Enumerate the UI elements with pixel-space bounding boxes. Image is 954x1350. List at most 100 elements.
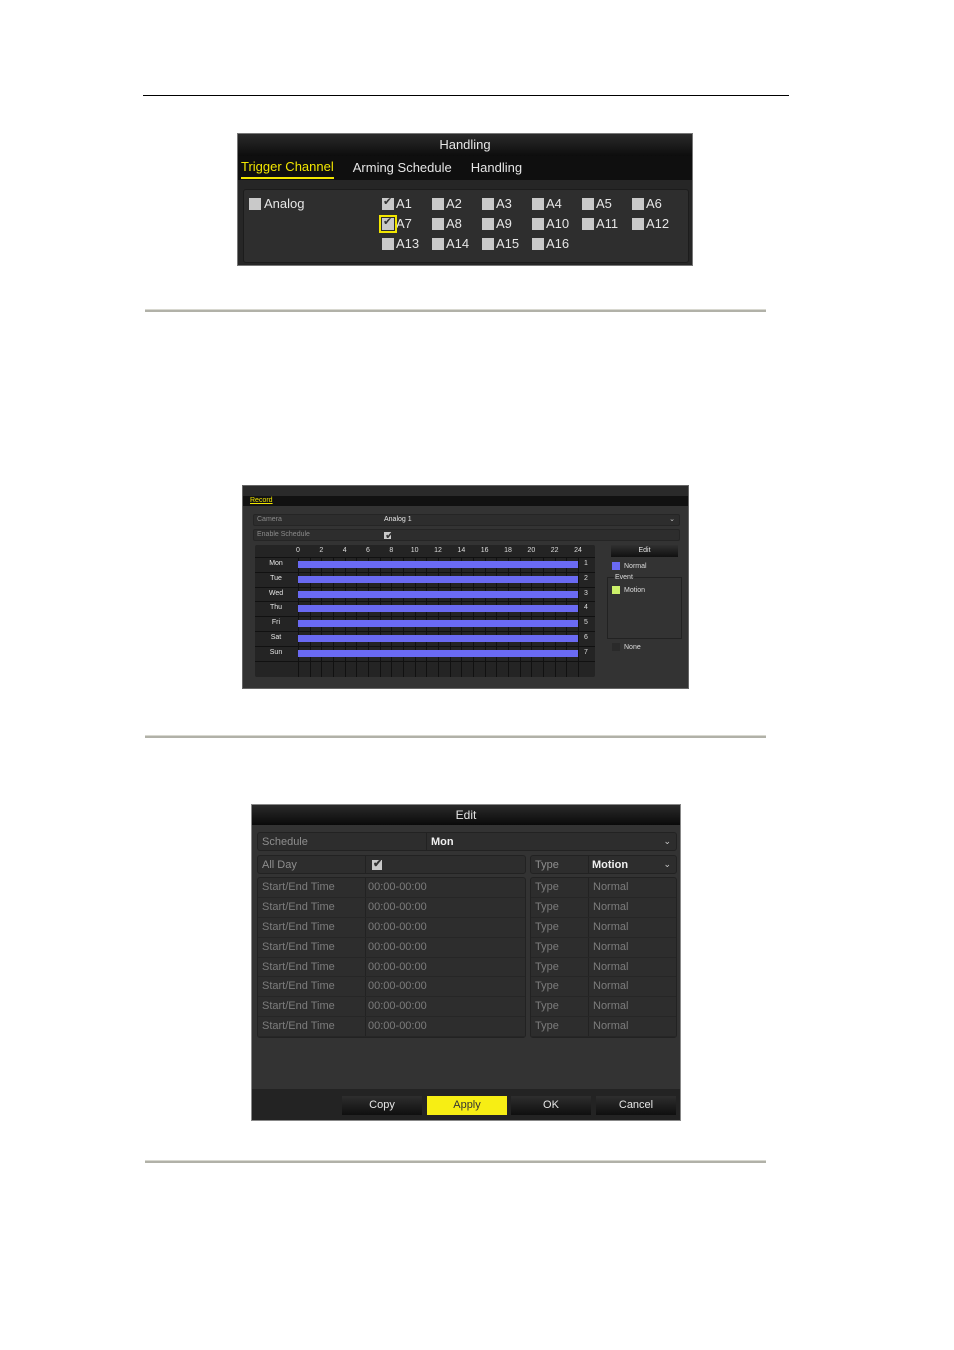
normal-swatch[interactable] <box>612 562 620 570</box>
schedule-bar-fri[interactable] <box>298 620 578 628</box>
schedule-bar-wed[interactable] <box>298 590 578 598</box>
start-end-label: Start/End Time <box>262 1020 335 1033</box>
trigger-channel-box: Analog A1 A2 A3 A4 A5 A6 A7 A8 A9 A10 A11 A12 A13 A14… <box>243 189 689 263</box>
type-select[interactable]: Normal <box>593 941 628 953</box>
schedule-bar-mon[interactable] <box>298 561 578 568</box>
type-label: Type <box>535 881 559 893</box>
enable-schedule-checkbox[interactable] <box>384 529 394 542</box>
tab-arming-schedule[interactable]: Arming Schedule <box>353 158 452 178</box>
checkbox-icon <box>532 217 544 230</box>
schedule-label: Schedule <box>262 836 308 848</box>
ok-button[interactable]: OK <box>511 1096 591 1115</box>
hour-tick-18: 18 <box>504 547 512 554</box>
schedule-bar-thu[interactable] <box>298 605 578 613</box>
tab-trigger-channel[interactable]: Trigger Channel <box>241 157 334 179</box>
time-range-input[interactable]: 00:00-00:00 <box>368 1020 427 1032</box>
type-select[interactable]: Type Motion ⌄ <box>530 855 677 874</box>
channel-checkbox-a3[interactable]: A3 <box>482 196 512 211</box>
schedule-value: Mon <box>431 836 454 848</box>
time-range-input[interactable]: 00:00-00:00 <box>368 1000 427 1012</box>
type-select[interactable]: Normal <box>593 881 628 893</box>
analog-checkbox[interactable]: Analog <box>249 196 304 211</box>
time-row: Start/End Time 00:00-00:00 <box>258 898 525 918</box>
start-end-label: Start/End Time <box>262 881 335 893</box>
channel-checkbox-a2[interactable]: A2 <box>432 196 462 211</box>
camera-select[interactable]: Camera Analog 1 ⌄ <box>253 514 680 526</box>
schedule-bar-sun[interactable] <box>298 649 578 657</box>
cancel-button[interactable]: Cancel <box>596 1096 676 1115</box>
channel-checkbox-a9[interactable]: A9 <box>482 216 512 231</box>
copy-button[interactable]: Copy <box>342 1096 422 1115</box>
time-range-input[interactable]: 00:00-00:00 <box>368 980 427 992</box>
time-range-input[interactable]: 00:00-00:00 <box>368 901 427 913</box>
dialog-title: Edit <box>252 805 680 825</box>
panel-topbar <box>243 486 688 496</box>
schedule-grid[interactable]: 0 2 4 6 8 10 12 14 16 18 20 22 24 Mon 1 Tue 2 Wed 3 Thu 4 Fri… <box>255 545 595 677</box>
time-range-input[interactable]: 00:00-00:00 <box>368 921 427 933</box>
hour-tick-8: 8 <box>389 547 394 554</box>
channel-checkbox-a11[interactable]: A11 <box>582 216 618 231</box>
channel-checkbox-a5[interactable]: A5 <box>582 196 612 211</box>
channel-label: A10 <box>546 216 570 231</box>
none-label: None <box>624 643 641 651</box>
edit-button[interactable]: Edit <box>611 545 678 557</box>
hour-tick-2: 2 <box>319 547 324 554</box>
type-label: Type <box>535 980 559 993</box>
time-row: Start/End Time 00:00-00:00 <box>258 1017 525 1038</box>
none-swatch[interactable] <box>612 643 620 651</box>
channel-label: A16 <box>546 236 570 251</box>
channel-checkbox-a14[interactable]: A14 <box>432 236 469 251</box>
channel-checkbox-a8[interactable]: A8 <box>432 216 462 231</box>
schedule-bar-tue[interactable] <box>298 575 578 583</box>
checkbox-icon <box>382 237 394 250</box>
type-select[interactable]: Normal <box>593 901 628 913</box>
channel-label: A8 <box>446 216 462 231</box>
checkbox-icon <box>432 237 444 250</box>
time-range-input[interactable]: 00:00-00:00 <box>368 881 427 893</box>
all-day-label: All Day <box>262 859 297 871</box>
channel-label: A2 <box>446 196 462 211</box>
channel-checkbox-a13[interactable]: A13 <box>382 236 419 251</box>
chevron-down-icon: ⌄ <box>663 859 671 869</box>
time-range-input[interactable]: 00:00-00:00 <box>368 961 427 973</box>
tab-record[interactable]: Record <box>250 497 273 504</box>
channel-checkbox-a7[interactable]: A7 <box>379 214 412 233</box>
channel-checkbox-a6[interactable]: A6 <box>632 196 662 211</box>
schedule-bar-sat[interactable] <box>298 635 578 642</box>
chevron-down-icon: ⌄ <box>663 836 671 846</box>
hour-tick-0: 0 <box>296 547 300 554</box>
hour-tick-6: 6 <box>366 547 370 554</box>
time-row: Start/End Time 00:00-00:00 <box>258 878 525 898</box>
type-select[interactable]: Normal <box>593 961 628 973</box>
motion-label: Motion <box>624 586 646 594</box>
start-end-label: Start/End Time <box>262 960 335 973</box>
checkbox-icon <box>382 195 394 210</box>
type-select[interactable]: Normal <box>593 1020 628 1032</box>
analog-label: Analog <box>264 196 305 211</box>
apply-button[interactable]: Apply <box>427 1096 507 1115</box>
event-label: Event <box>614 574 634 581</box>
channel-checkbox-a1[interactable]: A1 <box>382 195 412 211</box>
day-label-sat: Sat <box>270 634 282 641</box>
checkbox-icon <box>532 197 544 210</box>
type-select[interactable]: Normal <box>593 921 628 933</box>
motion-swatch[interactable] <box>612 586 620 594</box>
day-label-tue: Tue <box>270 574 282 582</box>
schedule-select[interactable]: Schedule Mon ⌄ <box>257 832 677 851</box>
channel-checkbox-a12[interactable]: A12 <box>632 216 669 231</box>
type-select[interactable]: Normal <box>593 980 628 992</box>
all-day-checkbox[interactable] <box>372 857 382 871</box>
channel-checkbox-a10[interactable]: A10 <box>532 216 569 231</box>
tab-handling[interactable]: Handling <box>471 158 522 178</box>
channel-label: A11 <box>596 216 619 231</box>
channel-checkbox-a15[interactable]: A15 <box>482 236 519 251</box>
channel-checkbox-a16[interactable]: A16 <box>532 236 569 251</box>
checkbox-icon <box>372 857 382 871</box>
channel-label: A13 <box>396 236 420 251</box>
channel-checkbox-a4[interactable]: A4 <box>532 196 562 211</box>
grid-row-line <box>255 660 595 662</box>
grid-row-line <box>255 601 595 603</box>
time-range-input[interactable]: 00:00-00:00 <box>368 941 427 953</box>
type-select[interactable]: Normal <box>593 1000 628 1012</box>
checkbox-icon <box>482 217 494 230</box>
